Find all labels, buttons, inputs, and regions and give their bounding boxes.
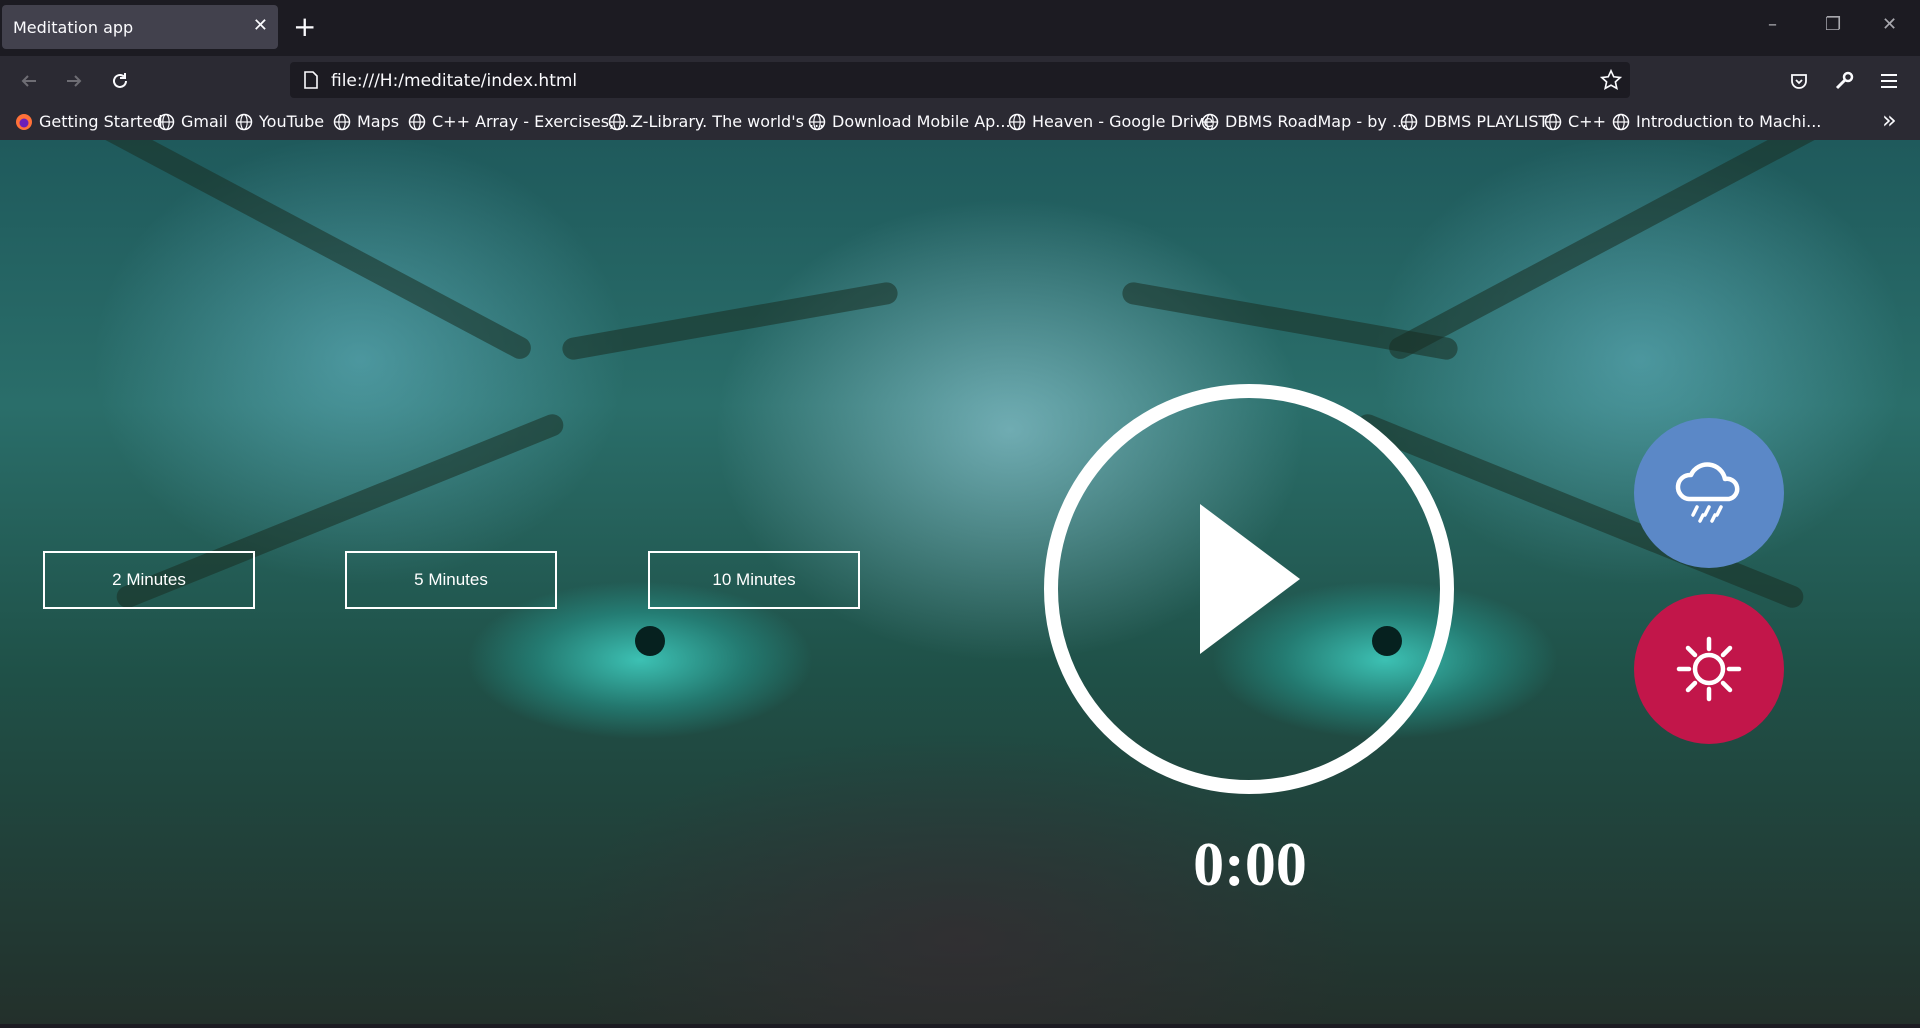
bookmark-label: DBMS RoadMap - by ... bbox=[1225, 112, 1408, 131]
background-branch bbox=[1385, 140, 1855, 363]
bookmark-label: Gmail bbox=[181, 112, 228, 131]
bookmarks-overflow-icon[interactable]: » bbox=[1882, 106, 1897, 134]
reload-icon[interactable] bbox=[107, 68, 133, 94]
globe-icon bbox=[1008, 113, 1026, 130]
bookmark-item[interactable]: Heaven - Google Drive bbox=[1008, 112, 1213, 131]
globe-icon bbox=[1544, 113, 1562, 130]
bookmark-item[interactable]: C++ Array - Exercises, ... bbox=[408, 112, 634, 131]
bookmark-label: C++ Array - Exercises, ... bbox=[432, 112, 635, 131]
bookmark-label: Maps bbox=[357, 112, 400, 131]
globe-icon bbox=[235, 113, 253, 130]
bookmark-item[interactable]: Gmail bbox=[157, 112, 228, 131]
globe-icon bbox=[1400, 113, 1418, 130]
sun-icon bbox=[1676, 636, 1742, 702]
globe-icon bbox=[1201, 113, 1219, 130]
new-tab-button[interactable]: + bbox=[293, 11, 316, 43]
tab-strip: Meditation app ✕ + – ❐ ✕ bbox=[0, 0, 1920, 56]
background-branch bbox=[65, 140, 535, 363]
back-icon[interactable] bbox=[16, 68, 42, 94]
pocket-icon[interactable] bbox=[1786, 68, 1812, 94]
bookmark-item[interactable]: Z-Library. The world's ... bbox=[608, 112, 824, 131]
globe-icon bbox=[157, 113, 175, 130]
duration-5-minutes-button[interactable]: 5 Minutes bbox=[345, 551, 557, 609]
bookmark-item[interactable]: Download Mobile Ap... bbox=[808, 112, 1011, 131]
bookmark-label: Introduction to Machi... bbox=[1636, 112, 1822, 131]
sun-sound-button[interactable] bbox=[1634, 594, 1784, 744]
background-branch bbox=[560, 280, 900, 362]
forward-icon[interactable] bbox=[61, 68, 87, 94]
bookmark-label: Z-Library. The world's ... bbox=[632, 112, 825, 131]
navigation-toolbar: file:///H:/meditate/index.html bbox=[0, 56, 1920, 104]
globe-icon bbox=[408, 113, 426, 130]
globe-icon bbox=[808, 113, 826, 130]
page-icon bbox=[304, 71, 318, 89]
bookmark-label: Heaven - Google Drive bbox=[1032, 112, 1214, 131]
bookmark-item[interactable]: YouTube bbox=[235, 112, 324, 131]
rain-sound-button[interactable] bbox=[1634, 418, 1784, 568]
window-bottom-border bbox=[0, 1024, 1920, 1028]
bookmark-label: Download Mobile Ap... bbox=[832, 112, 1011, 131]
bookmark-label: C++ bbox=[1568, 112, 1606, 131]
left-eye-pupil bbox=[635, 626, 665, 656]
rain-cloud-icon bbox=[1675, 462, 1740, 523]
firefox-icon bbox=[16, 113, 32, 130]
duration-10-minutes-button[interactable]: 10 Minutes bbox=[648, 551, 860, 609]
play-icon bbox=[1044, 384, 1454, 794]
restore-button[interactable]: ❐ bbox=[1825, 13, 1841, 37]
bookmark-label: Getting Started bbox=[39, 112, 163, 131]
globe-icon bbox=[333, 113, 351, 130]
bookmark-label: YouTube bbox=[259, 112, 325, 131]
meditation-app: 2 Minutes 5 Minutes 10 Minutes 0:00 bbox=[0, 140, 1920, 1024]
bookmark-label: DBMS PLAYLIST bbox=[1424, 112, 1549, 131]
bookmarks-toolbar: Getting Started Gmail YouTube Maps C++ A… bbox=[0, 104, 1920, 140]
timer-display: 0:00 bbox=[1193, 831, 1307, 899]
bookmark-item[interactable]: DBMS PLAYLIST bbox=[1400, 112, 1548, 131]
globe-icon bbox=[608, 113, 626, 130]
wrench-icon[interactable] bbox=[1831, 68, 1857, 94]
bookmark-item[interactable]: Introduction to Machi... bbox=[1612, 112, 1821, 131]
address-bar[interactable]: file:///H:/meditate/index.html bbox=[290, 62, 1630, 98]
close-window-button[interactable]: ✕ bbox=[1882, 13, 1897, 37]
browser-tab[interactable]: Meditation app ✕ bbox=[2, 5, 278, 49]
globe-icon bbox=[1612, 113, 1630, 130]
duration-2-minutes-button[interactable]: 2 Minutes bbox=[43, 551, 255, 609]
minimize-button[interactable]: – bbox=[1768, 13, 1777, 37]
bookmark-star-icon[interactable] bbox=[1600, 69, 1622, 91]
bookmark-item[interactable]: Getting Started bbox=[15, 112, 163, 131]
bookmark-item[interactable]: C++ bbox=[1544, 112, 1606, 131]
background-branch bbox=[1120, 280, 1460, 362]
tab-close-icon[interactable]: ✕ bbox=[253, 16, 268, 36]
tab-title: Meditation app bbox=[13, 18, 134, 37]
url-text[interactable]: file:///H:/meditate/index.html bbox=[331, 71, 577, 91]
bookmark-item[interactable]: DBMS RoadMap - by ... bbox=[1201, 112, 1407, 131]
menu-icon[interactable] bbox=[1876, 68, 1902, 94]
bookmark-item[interactable]: Maps bbox=[333, 112, 399, 131]
play-button[interactable] bbox=[1040, 380, 1458, 798]
